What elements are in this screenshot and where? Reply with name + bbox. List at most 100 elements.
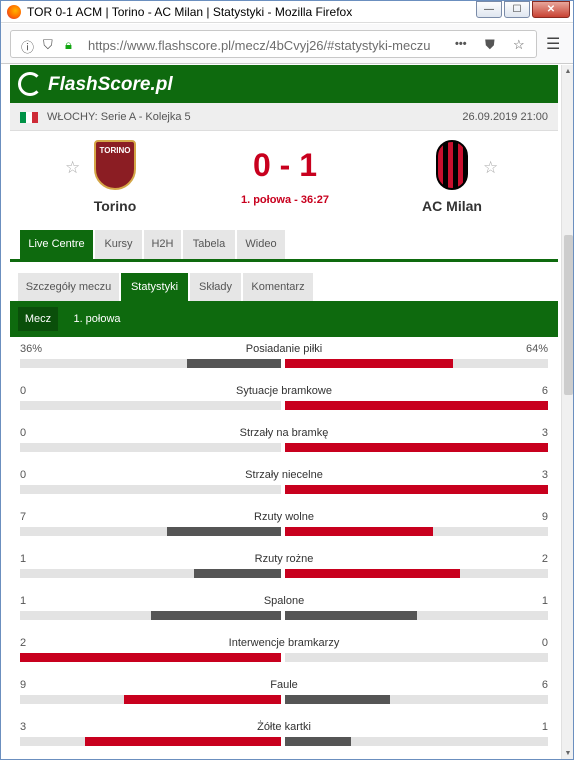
tab-sklady[interactable]: Składy [190,273,242,301]
stat-away-value: 0 [541,637,548,649]
stat-away-track [285,695,548,704]
away-team-logo[interactable] [436,140,468,190]
scroll-down-arrow-icon[interactable]: ▼ [562,747,573,759]
sub-tabs: Szczegóły meczu Statystyki Składy Koment… [10,273,558,301]
stat-home-bar [166,527,281,536]
stat-home-value: 3 [20,721,27,733]
stat-home-bar [85,737,281,746]
stat-home-track [20,611,281,620]
stat-home-value: 1 [20,553,27,565]
page-actions-icon[interactable]: ••• [455,38,467,50]
stat-away-track [285,611,548,620]
stat-away-track [285,359,548,368]
stat-row: 7 Rzuty wolne 9 [10,508,558,550]
hamburger-menu-icon[interactable]: ☰ [546,34,560,54]
stat-name: Strzały na bramkę [239,427,329,439]
stat-away-bar [285,443,548,452]
title-bar: TOR 0-1 ACM | Torino - AC Milan | Statys… [1,1,573,23]
stat-home-value: 0 [20,385,27,397]
stat-row: 0 Strzały niecelne 3 [10,466,558,508]
stat-away-value: 1 [541,721,548,733]
home-team-name[interactable]: Torino [70,198,160,214]
league-label[interactable]: WŁOCHY: Serie A - Kolejka 5 [47,111,191,123]
navigation-bar: ⓘ ⛉ 🔒︎ https://www.flashscore.pl/mecz/4b… [1,24,573,64]
stat-home-bar [194,569,281,578]
stat-away-track [285,485,548,494]
stat-away-track [285,653,548,662]
page-scrollbar[interactable]: ▲ ▼ [561,65,573,759]
stat-home-bar [187,359,281,368]
stat-row: 36% Posiadanie piłki 64% [10,340,558,382]
address-bar[interactable]: ⓘ ⛉ 🔒︎ https://www.flashscore.pl/mecz/4b… [10,30,537,58]
home-team-logo[interactable]: TORINO [94,140,136,190]
page-content: FlashScore.pl WŁOCHY: Serie A - Kolejka … [10,65,558,759]
stat-home-value: 7 [20,511,27,523]
stat-row: 1 Spalone 1 [10,592,558,634]
period-selector: Mecz 1. połowa [10,301,558,337]
stat-row: 3 Żółte kartki 1 [10,718,558,759]
stat-name: Żółte kartki [257,721,311,733]
stat-away-value: 6 [541,385,548,397]
stat-away-track [285,401,548,410]
scroll-up-arrow-icon[interactable]: ▲ [562,65,573,79]
url-text[interactable]: https://www.flashscore.pl/mecz/4bCvyj26/… [88,38,453,53]
pocket-icon[interactable]: ⛊ [485,37,495,53]
tab-kursy[interactable]: Kursy [95,230,143,259]
stat-home-track [20,401,281,410]
stat-away-track [285,737,548,746]
match-datetime: 26.09.2019 21:00 [462,111,548,123]
stat-name: Rzuty wolne [254,511,314,523]
stat-name: Posiadanie piłki [245,343,323,355]
stat-home-value: 36% [20,343,43,355]
period-first-half-button[interactable]: 1. połowa [62,307,132,331]
info-icon[interactable]: ⓘ [21,37,34,56]
bookmark-star-icon[interactable]: ☆ [513,37,525,53]
stat-away-bar [285,737,351,746]
stat-away-bar [285,527,433,536]
tab-h2h[interactable]: H2H [144,230,182,259]
stat-name: Interwencje bramkarzy [228,637,340,649]
close-button[interactable]: ✕ [532,1,570,18]
stat-name: Sytuacje bramkowe [236,385,332,397]
italy-flag-icon [20,112,38,123]
maximize-button[interactable]: ☐ [504,1,530,18]
stat-away-value: 9 [541,511,548,523]
site-logo[interactable]: FlashScore.pl [48,74,173,96]
stat-home-track [20,695,281,704]
stat-away-value: 3 [541,427,548,439]
stat-away-track [285,569,548,578]
stat-name: Strzały niecelne [245,469,323,481]
stat-home-value: 1 [20,595,27,607]
main-tabs: Live Centre Kursy H2H Tabela Wideo [10,230,558,262]
tab-szczegoly-meczu[interactable]: Szczegóły meczu [18,273,120,301]
tab-tabela[interactable]: Tabela [183,230,236,259]
match-info-row: WŁOCHY: Serie A - Kolejka 5 26.09.2019 2… [10,103,558,131]
stat-name: Faule [270,679,298,691]
match-status: 1. połowa - 36:27 [240,194,330,206]
tab-live-centre[interactable]: Live Centre [20,230,94,259]
stat-away-value: 6 [541,679,548,691]
tab-wideo[interactable]: Wideo [237,230,286,259]
tab-statystyki[interactable]: Statystyki [121,273,189,301]
stat-away-bar [285,611,417,620]
stat-away-bar [285,569,461,578]
lock-icon[interactable]: 🔒︎ [65,37,72,53]
stat-row: 2 Interwencje bramkarzy 0 [10,634,558,676]
stat-row: 0 Sytuacje bramkowe 6 [10,382,558,424]
firefox-icon [7,5,21,19]
minimize-button[interactable]: — [476,1,502,18]
away-team-name[interactable]: AC Milan [402,198,502,214]
tab-komentarz[interactable]: Komentarz [243,273,314,301]
stat-away-track [285,443,548,452]
scrollbar-thumb[interactable] [564,235,573,395]
period-match-button[interactable]: Mecz [18,307,58,331]
browser-window: TOR 0-1 ACM | Torino - AC Milan | Statys… [0,0,574,760]
favorite-home-star-icon[interactable]: ☆ [65,158,80,178]
stat-away-bar [285,695,391,704]
flashscore-logo-icon[interactable] [18,72,42,96]
favorite-away-star-icon[interactable]: ☆ [483,158,498,178]
tracking-shield-icon[interactable]: ⛉ [43,37,53,53]
home-logo-text: TORINO [99,146,131,155]
stat-home-track [20,737,281,746]
stat-home-bar [150,611,281,620]
